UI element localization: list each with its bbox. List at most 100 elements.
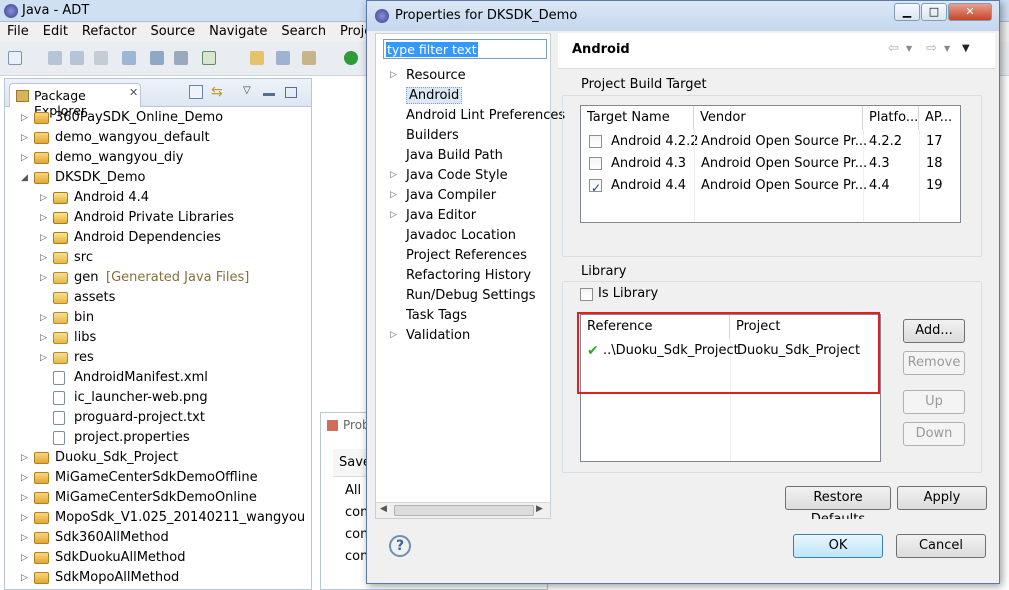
nav-item[interactable]: Android — [406, 86, 463, 106]
target-checkbox[interactable] — [589, 135, 602, 148]
col-target-name[interactable]: Target Name — [581, 106, 694, 130]
sdk-manager-icon[interactable] — [122, 51, 136, 65]
new-class-icon[interactable] — [250, 51, 264, 65]
nav-item[interactable]: Java Build Path — [406, 146, 503, 166]
is-library-checkbox[interactable] — [580, 288, 593, 301]
apply-button[interactable]: Apply — [897, 486, 987, 510]
dialog-maximize-button[interactable]: □ — [921, 3, 947, 21]
nav-item[interactable]: Run/Debug Settings — [406, 286, 536, 306]
filter-input[interactable]: type filter text — [383, 39, 547, 59]
task-icon[interactable] — [202, 51, 216, 65]
collapsed-arrow-icon[interactable]: ▷ — [40, 228, 47, 248]
back-arrow-icon[interactable]: ⇦ — [888, 41, 899, 56]
collapse-all-icon[interactable] — [189, 85, 203, 99]
nav-item[interactable]: Java Compiler — [406, 186, 496, 206]
menu-source[interactable]: Source — [150, 22, 195, 42]
collapsed-arrow-icon[interactable]: ▷ — [21, 508, 28, 528]
nav-item[interactable]: Javadoc Location — [406, 226, 516, 246]
tree-item[interactable]: ▷ demo_wangyou_default — [5, 128, 305, 148]
collapsed-arrow-icon[interactable]: ▷ — [21, 568, 28, 588]
expanded-arrow-icon[interactable]: ◢ — [21, 168, 28, 188]
col-vendor[interactable]: Vendor — [694, 106, 863, 130]
tree-item[interactable]: ▷ demo_wangyou_diy — [5, 148, 305, 168]
add-library-button[interactable]: Add... — [903, 319, 965, 343]
forward-arrow-icon[interactable]: ⇨ — [926, 41, 937, 56]
build-target-row[interactable]: Android 4.4 Android Open Source Pr...4.4 1… — [581, 175, 960, 197]
nav-expand-icon[interactable]: ▷ — [390, 70, 397, 80]
save-icon[interactable] — [48, 51, 62, 65]
tree-item[interactable]: ▷ Android Dependencies — [5, 228, 305, 248]
scroll-thumb[interactable] — [394, 505, 534, 516]
close-tab-icon[interactable]: ✕ — [129, 86, 138, 99]
collapsed-arrow-icon[interactable]: ▷ — [21, 128, 28, 148]
back-dropdown-icon[interactable]: ▼ — [906, 44, 912, 53]
tree-item[interactable]: ▷ SdkMopoAllMethod — [5, 568, 305, 588]
col-api[interactable]: AP... — [919, 106, 960, 130]
tree-item[interactable]: ▷ SdkDuokuAllMethod — [5, 548, 305, 568]
collapsed-arrow-icon[interactable]: ▷ — [21, 528, 28, 548]
nav-expand-icon[interactable]: ▷ — [390, 170, 397, 180]
help-icon[interactable]: ? — [389, 535, 411, 557]
tree-item[interactable]: ▷ res — [5, 348, 305, 368]
view-menu-icon[interactable]: ▽ — [243, 85, 251, 96]
scroll-right-icon[interactable]: ▶ — [536, 504, 543, 514]
collapsed-arrow-icon[interactable]: ▷ — [21, 108, 28, 128]
collapsed-arrow-icon[interactable]: ▷ — [40, 208, 47, 228]
target-checkbox[interactable] — [589, 177, 602, 197]
collapsed-arrow-icon[interactable]: ▷ — [40, 188, 47, 208]
tree-item[interactable]: ▷ MopoSdk_V1.025_20140211_wangyou — [5, 508, 305, 528]
forward-dropdown-icon[interactable]: ▼ — [944, 44, 950, 53]
tree-item[interactable]: ▷ gen [Generated Java Files] — [5, 268, 305, 288]
menu-navigate[interactable]: Navigate — [209, 22, 267, 42]
is-library-label[interactable]: Is Library — [598, 286, 658, 301]
collapsed-arrow-icon[interactable]: ▷ — [40, 348, 47, 368]
target-checkbox[interactable] — [589, 157, 602, 170]
tree-item[interactable]: ▷ Android 4.4 — [5, 188, 305, 208]
nav-item[interactable]: Resource — [406, 66, 466, 86]
nav-item[interactable]: Java Editor — [406, 206, 476, 226]
nav-item[interactable]: Project References — [406, 246, 527, 266]
move-down-button[interactable]: Down — [903, 422, 965, 446]
tree-item[interactable]: proguard-project.txt — [5, 408, 305, 428]
menu-file[interactable]: File — [7, 22, 29, 42]
tree-item[interactable]: ▷ Sdk360AllMethod — [5, 528, 305, 548]
tree-item[interactable]: ▷ MiGameCenterSdkDemoOnline — [5, 488, 305, 508]
nav-item[interactable]: Java Code Style — [406, 166, 508, 186]
tab-package-explorer[interactable]: Package Explorer ✕ — [9, 83, 141, 118]
tree-item[interactable]: ▷ Android Private Libraries — [5, 208, 305, 228]
page-menu-icon[interactable]: ▼ — [962, 43, 970, 54]
menu-refactor[interactable]: Refactor — [82, 22, 137, 42]
tree-item[interactable]: ▷ src — [5, 248, 305, 268]
scroll-left-icon[interactable]: ◀ — [380, 504, 387, 514]
new-icon[interactable] — [8, 51, 22, 65]
nav-expand-icon[interactable]: ▷ — [390, 210, 397, 220]
nav-item[interactable]: Android Lint Preferences — [406, 106, 565, 126]
tree-item[interactable]: ◢ DKSDK_Demo — [5, 168, 305, 188]
nav-expand-icon[interactable]: ▷ — [390, 330, 397, 340]
nav-item[interactable]: Refactoring History — [406, 266, 531, 286]
collapsed-arrow-icon[interactable]: ▷ — [21, 468, 28, 488]
build-target-row[interactable]: Android 4.3 Android Open Source Pr... 4.3 1… — [581, 153, 960, 175]
collapsed-arrow-icon[interactable]: ▷ — [21, 548, 28, 568]
import-icon[interactable] — [150, 51, 164, 65]
tree-item[interactable]: ▷ Duoku_Sdk_Project — [5, 448, 305, 468]
collapsed-arrow-icon[interactable]: ▷ — [40, 328, 47, 348]
nav-expand-icon[interactable]: ▷ — [390, 190, 397, 200]
link-with-editor-icon[interactable]: ⇆ — [211, 84, 223, 100]
col-platform[interactable]: Platfo... — [863, 106, 919, 130]
collapsed-arrow-icon[interactable]: ▷ — [21, 488, 28, 508]
restore-defaults-button[interactable]: Restore Defaults — [785, 486, 891, 527]
export-icon[interactable] — [174, 51, 188, 65]
tree-item[interactable]: assets — [5, 288, 305, 308]
nav-horizontal-scrollbar[interactable]: ◀ ▶ — [376, 502, 550, 518]
build-icon[interactable] — [302, 51, 316, 65]
external-tools-icon[interactable] — [276, 51, 290, 65]
save-all-icon[interactable] — [70, 51, 84, 65]
print-icon[interactable] — [94, 51, 108, 65]
run-icon[interactable] — [344, 51, 358, 65]
cancel-button[interactable]: Cancel — [896, 534, 986, 558]
maximize-view-icon[interactable] — [285, 87, 297, 98]
nav-item[interactable]: Validation — [406, 326, 470, 346]
tree-item[interactable]: ▷ bin — [5, 308, 305, 328]
tree-item[interactable]: AndroidManifest.xml — [5, 368, 305, 388]
